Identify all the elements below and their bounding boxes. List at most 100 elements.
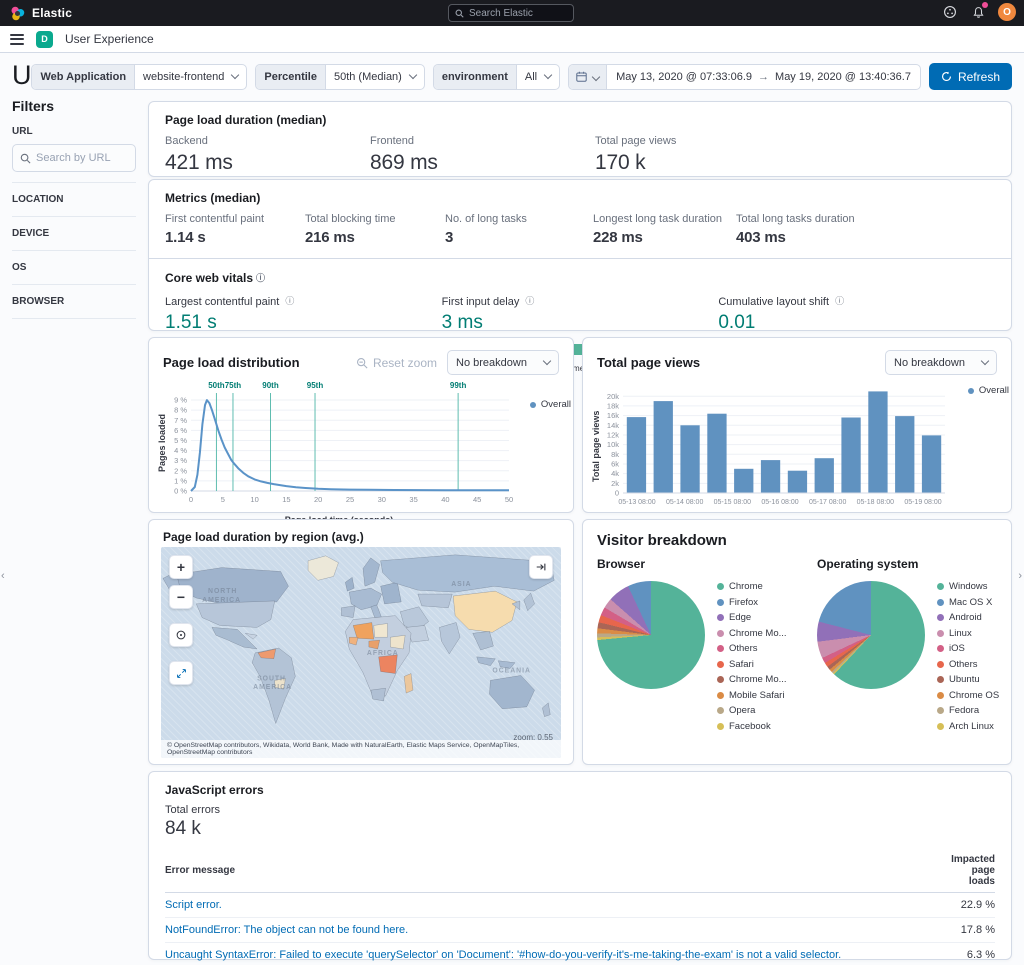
refresh-button[interactable]: Refresh bbox=[928, 63, 1012, 90]
svg-text:05-15 08:00: 05-15 08:00 bbox=[714, 499, 751, 506]
legend-item[interactable]: Others bbox=[717, 643, 787, 654]
legend-item[interactable]: Edge bbox=[717, 612, 787, 623]
map-expand-button[interactable] bbox=[169, 661, 193, 685]
error-message-link[interactable]: NotFoundError: The object can not be fou… bbox=[165, 924, 408, 936]
help-icon[interactable] bbox=[942, 4, 958, 20]
legend-item[interactable]: Chrome Mo... bbox=[717, 628, 787, 639]
legend-item[interactable]: Safari bbox=[717, 659, 787, 670]
error-message-link[interactable]: Script error. bbox=[165, 899, 222, 911]
legend-dot bbox=[717, 660, 724, 668]
map-zoom-in-button[interactable]: + bbox=[169, 555, 193, 579]
calendar-dropdown-button[interactable] bbox=[569, 64, 608, 89]
stat-value: 869 ms bbox=[370, 151, 438, 174]
os-pie-chart[interactable] bbox=[817, 581, 925, 689]
map-label-north: NORTH bbox=[208, 588, 237, 595]
environment-select[interactable]: environment All bbox=[432, 63, 561, 90]
browser-pie-chart[interactable] bbox=[597, 581, 705, 689]
legend-item[interactable]: Windows bbox=[937, 581, 999, 592]
map-zoom-out-button[interactable]: − bbox=[169, 585, 193, 609]
map-set-view-button[interactable] bbox=[169, 623, 193, 647]
url-search-input[interactable]: Search by URL bbox=[12, 144, 136, 172]
legend-dot bbox=[937, 722, 944, 730]
world-map[interactable]: NORTH AMERICA SOUTH AMERICA AFRICA ASIA … bbox=[161, 547, 561, 758]
chevron-down-icon bbox=[231, 70, 240, 80]
reset-zoom-button[interactable]: Reset zoom bbox=[356, 356, 437, 370]
info-icon[interactable]: ⓘ bbox=[835, 294, 844, 307]
percentile-select[interactable]: Percentile 50th (Median) bbox=[255, 63, 425, 90]
legend-dot bbox=[717, 583, 724, 590]
notifications-bell-icon[interactable] bbox=[970, 2, 988, 20]
sidebar-item-location[interactable]: LOCATION bbox=[12, 183, 136, 217]
legend-item[interactable]: Chrome OS bbox=[937, 690, 999, 701]
error-message-link[interactable]: Uncaught SyntaxError: Failed to execute … bbox=[165, 949, 841, 961]
page-load-duration-panel: Page load duration (median) Backend 421 … bbox=[148, 101, 1012, 177]
info-icon[interactable]: ⓘ bbox=[285, 294, 294, 307]
legend-item[interactable]: Linux bbox=[937, 628, 999, 639]
legend-item[interactable]: Ubuntu bbox=[937, 674, 999, 685]
info-icon[interactable]: ⓘ bbox=[525, 294, 534, 307]
global-search-input[interactable]: Search Elastic bbox=[448, 4, 574, 22]
right-edge-expand-icon[interactable]: › bbox=[1018, 570, 1022, 582]
legend-item[interactable]: Chrome Mo... bbox=[717, 674, 787, 685]
svg-text:20k: 20k bbox=[607, 392, 619, 401]
page-load-distribution-chart[interactable]: 0 % 1 %2 %3 %4 %5 %6 %7 %8 %9 % 0 5 10 15 20 25… bbox=[159, 379, 515, 517]
legend-dot bbox=[717, 676, 724, 683]
chart-legend-overall[interactable]: Overall bbox=[529, 399, 571, 410]
total-page-views-chart[interactable]: 02k4k6k8k10k12k14k16k18k20k 05-13 08:00 05… bbox=[593, 377, 953, 517]
svg-text:2 %: 2 % bbox=[174, 466, 187, 475]
legend-item[interactable]: Mobile Safari bbox=[717, 690, 787, 701]
sidebar-item-device[interactable]: DEVICE bbox=[12, 217, 136, 251]
left-edge-collapse-icon[interactable]: ‹ bbox=[1, 570, 5, 582]
date-range-value[interactable]: May 13, 2020 @ 07:33:06.9 → May 19, 2020… bbox=[607, 65, 920, 89]
legend-dot bbox=[937, 660, 944, 668]
svg-text:2k: 2k bbox=[611, 479, 619, 488]
vital-value: 1.51 s bbox=[165, 312, 217, 333]
column-header-message[interactable]: Error message bbox=[165, 849, 945, 893]
legend-item[interactable]: Facebook bbox=[717, 721, 787, 732]
browser-pie-legend: Chrome Firefox Edge Chrome Mo... Others Safar… bbox=[717, 581, 787, 732]
map-attribution[interactable]: © OpenStreetMap contributors, Wikidata, … bbox=[161, 740, 561, 758]
magnifier-minus-icon bbox=[356, 357, 368, 369]
svg-text:8k: 8k bbox=[611, 450, 619, 459]
web-application-select[interactable]: Web Application website-frontend bbox=[31, 63, 248, 90]
legend-item[interactable]: iOS bbox=[937, 643, 999, 654]
top-navigation-bar: Elastic Search Elastic O bbox=[0, 0, 1024, 26]
svg-text:18k: 18k bbox=[607, 401, 619, 410]
panel-title: Page load duration (median) bbox=[165, 113, 327, 127]
filters-title: Filters bbox=[12, 98, 55, 114]
legend-dot bbox=[937, 598, 944, 606]
legend-item[interactable]: Mac OS X bbox=[937, 597, 999, 608]
legend-item[interactable]: Android bbox=[937, 612, 999, 623]
map-label-asia: ASIA bbox=[451, 581, 471, 588]
legend-item[interactable]: Firefox bbox=[717, 597, 787, 608]
legend-item[interactable]: Chrome bbox=[717, 581, 787, 592]
date-end[interactable]: May 19, 2020 @ 13:40:36.7 bbox=[775, 71, 911, 83]
stat-label: Frontend bbox=[370, 135, 415, 147]
legend-item[interactable]: Opera bbox=[717, 705, 787, 716]
sidebar-item-browser[interactable]: BROWSER bbox=[12, 285, 136, 319]
legend-dot bbox=[937, 629, 944, 637]
user-avatar[interactable]: O bbox=[998, 3, 1016, 21]
column-header-impact[interactable]: Impacted page loads bbox=[945, 849, 995, 893]
distribution-breakdown-select[interactable]: No breakdown bbox=[447, 350, 559, 375]
svg-text:35: 35 bbox=[409, 495, 417, 504]
svg-text:05-14 08:00: 05-14 08:00 bbox=[666, 499, 703, 506]
stat-value: 170 k bbox=[595, 151, 646, 174]
svg-text:05-18 08:00: 05-18 08:00 bbox=[857, 499, 894, 506]
breadcrumb[interactable]: User Experience bbox=[65, 32, 154, 46]
map-legend-collapse-button[interactable] bbox=[529, 555, 553, 579]
info-icon[interactable]: ⓘ bbox=[256, 271, 265, 284]
legend-item[interactable]: Arch Linux bbox=[937, 721, 999, 732]
date-start[interactable]: May 13, 2020 @ 07:33:06.9 bbox=[616, 71, 752, 83]
chart-legend-overall[interactable]: Overall bbox=[967, 385, 1009, 396]
menu-hamburger-icon[interactable] bbox=[10, 31, 24, 47]
legend-item[interactable]: Fedora bbox=[937, 705, 999, 716]
app-badge-icon[interactable]: D bbox=[36, 30, 53, 48]
sidebar-item-os[interactable]: OS bbox=[12, 251, 136, 285]
svg-text:05-19 08:00: 05-19 08:00 bbox=[904, 499, 941, 506]
page-views-breakdown-select[interactable]: No breakdown bbox=[885, 350, 997, 375]
elastic-logo[interactable]: Elastic bbox=[10, 6, 72, 21]
vital-value: 3 ms bbox=[441, 312, 483, 333]
impact-value: 17.8 % bbox=[945, 917, 995, 943]
legend-item[interactable]: Others bbox=[937, 659, 999, 670]
